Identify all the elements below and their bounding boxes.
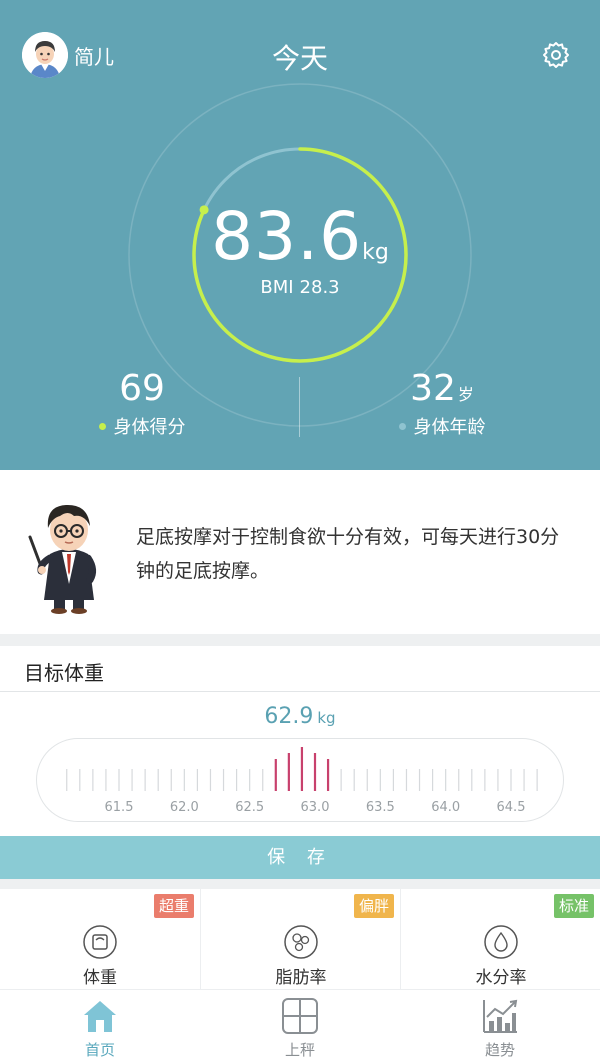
metric-card-weight[interactable]: 超重 体重 [0,889,200,989]
metric-cards: 超重 体重 偏胖 脂肪率 标准 水分率 [0,889,600,989]
home-screen: 简儿 今天 83.6kg BMI28.3 69 身体得分 32岁 身体年龄 [0,0,600,1057]
metric-label: 水分率 [475,968,527,988]
weight-unit: kg [362,240,389,265]
stats-divider [299,377,300,437]
tab-label: 趋势 [484,1041,515,1057]
body-score-value: 69 [119,368,165,409]
body-age-label: 身体年龄 [413,417,486,438]
bmi-label: BMI [260,277,294,298]
metric-label: 体重 [83,968,117,988]
body-age-value: 32 [410,368,456,409]
current-weight: 83.6kg [0,198,600,275]
ruler-tick-label: 62.0 [170,800,199,815]
tip-text: 足底按摩对于控制食欲十分有效，可每天进行30分钟的足底按摩。 [136,526,560,582]
status-badge: 标准 [553,894,594,918]
teacher-mascot-illustration [28,504,97,614]
tab-label: 首页 [84,1041,115,1057]
fat-icon [284,925,318,959]
bmi-value: 28.3 [299,277,340,298]
scale-grid-icon [282,998,318,1034]
body-score-dot [98,422,106,430]
metric-label: 脂肪率 [275,968,327,988]
ruler-tick-label: 63.0 [301,800,330,815]
section-title: 目标体重 [24,661,104,685]
health-tip-card: 足底按摩对于控制食欲十分有效，可每天进行30分钟的足底按摩。 [0,470,600,634]
scale-icon [83,925,117,959]
ruler-tick-label: 61.5 [105,800,134,815]
goal-value-unit: kg [317,709,336,727]
metric-card-water[interactable]: 标准 水分率 [400,889,600,989]
section-divider [0,691,600,692]
save-button[interactable]: 保 存 [0,836,600,879]
goal-weight-value: 62.9 kg [0,704,600,729]
ruler-tick-label: 63.5 [366,800,395,815]
bottom-tab-bar: 首页 上秤 趋势 [0,989,600,1057]
body-score[interactable]: 69 身体得分 [42,368,242,439]
trend-chart-icon [483,999,518,1033]
body-age-dot [398,422,406,430]
goal-weight-section: 目标体重 62.9 kg 61.5 62.0 62.5 63.0 63.5 64.0 64.5 [0,646,600,836]
bmi-readout: BMI 28.3 [0,277,600,298]
status-badge: 超重 [153,894,194,918]
body-score-label: 身体得分 [113,417,186,438]
status-badge: 偏胖 [353,894,394,918]
water-drop-icon [484,925,518,959]
home-icon [84,1001,116,1032]
page-title: 今天 [271,42,328,75]
tab-label: 上秤 [284,1041,315,1057]
metric-card-body-fat[interactable]: 偏胖 脂肪率 [200,889,400,989]
goal-value-number: 62.9 [264,704,314,729]
ruler-tick-label: 64.5 [497,800,526,815]
ruler-tick-label: 64.0 [431,800,460,815]
gear-icon[interactable] [541,40,571,70]
tab-trend[interactable]: 趋势 [400,990,600,1057]
body-age-unit: 岁 [457,385,474,404]
ruler-ticks: 61.5 62.0 62.5 63.0 63.5 64.0 64.5 [66,747,538,815]
weight-ruler-slider[interactable]: 61.5 62.0 62.5 63.0 63.5 64.0 64.5 [36,738,564,822]
tab-home[interactable]: 首页 [0,990,200,1057]
ruler-tick-label: 62.5 [235,800,264,815]
summary-header: 简儿 今天 83.6kg BMI 28.3 69 身体得分 32 岁 身体年龄 [0,0,600,470]
weight-value: 83.6 [211,198,363,275]
body-age[interactable]: 32 岁 身体年龄 [342,368,542,439]
tab-weigh[interactable]: 上秤 [200,990,400,1057]
